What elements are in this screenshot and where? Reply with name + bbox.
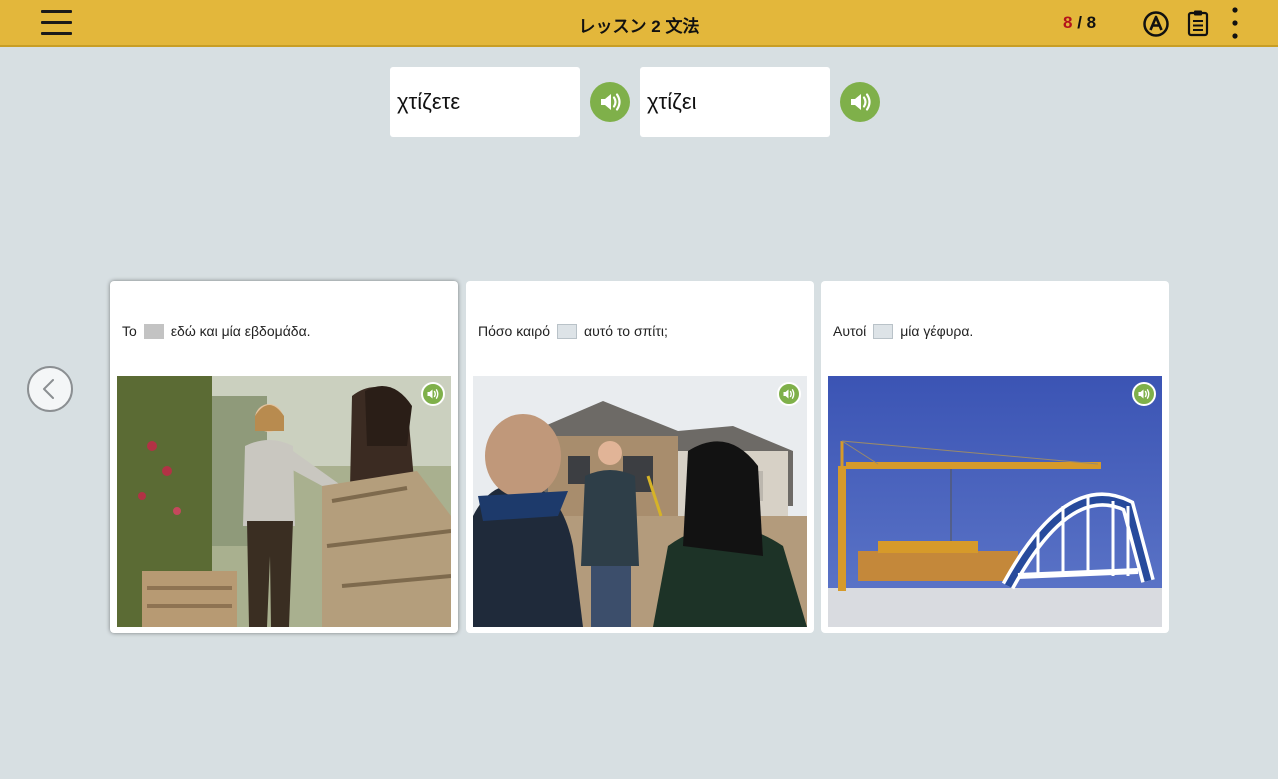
exercise-card-2[interactable]: Πόσο καιρό αυτό το σπίτι; <box>466 281 814 633</box>
sentence-after: εδώ και μία εβδομάδα. <box>170 323 311 339</box>
speaker-icon[interactable] <box>1132 382 1156 406</box>
exercise-card-3[interactable]: Αυτοί μία γέφυρα. <box>821 281 1169 633</box>
card-sentence: Πόσο καιρό αυτό το σπίτι; <box>478 323 668 339</box>
top-bar: レッスン 2 文法 8 / 8 <box>0 0 1278 47</box>
word-option-text: χτίζει <box>647 89 697 114</box>
word-option-text: χτίζετε <box>397 89 461 114</box>
photo-bridge-crane <box>828 376 1162 627</box>
word-option-1[interactable]: χτίζετε <box>390 67 580 137</box>
speaker-icon[interactable] <box>777 382 801 406</box>
card-sentence: Αυτοί μία γέφυρα. <box>833 323 973 339</box>
sentence-after: αυτό το σπίτι; <box>584 323 668 339</box>
speaker-icon[interactable] <box>840 82 880 122</box>
chevron-left-icon[interactable] <box>27 366 73 412</box>
progress-total: 8 <box>1086 13 1097 32</box>
clipboard-icon[interactable] <box>1187 9 1209 37</box>
progress-separator: / <box>1072 13 1087 32</box>
sentence-before: Πόσο καιρό <box>478 323 550 339</box>
answer-blank[interactable] <box>873 323 894 339</box>
answer-blank[interactable] <box>557 323 577 339</box>
photo-women-stone-wall <box>117 376 451 627</box>
photo-house-construction <box>473 376 807 627</box>
word-option-2[interactable]: χτίζει <box>640 67 830 137</box>
sentence-before: Αυτοί <box>833 323 867 339</box>
progress-counter: 8 / 8 <box>1063 13 1096 33</box>
speaker-icon[interactable] <box>590 82 630 122</box>
speaker-icon[interactable] <box>421 382 445 406</box>
answer-blank[interactable] <box>143 323 164 339</box>
sentence-after: μία γέφυρα. <box>900 323 974 339</box>
exercise-card-1[interactable]: Το εδώ και μία εβδομάδα. <box>110 281 458 633</box>
sentence-before: Το <box>122 323 137 339</box>
card-sentence: Το εδώ και μία εβδομάδα. <box>122 323 311 339</box>
circled-a-icon[interactable] <box>1142 10 1170 38</box>
vertical-dots-icon[interactable] <box>1229 6 1241 40</box>
